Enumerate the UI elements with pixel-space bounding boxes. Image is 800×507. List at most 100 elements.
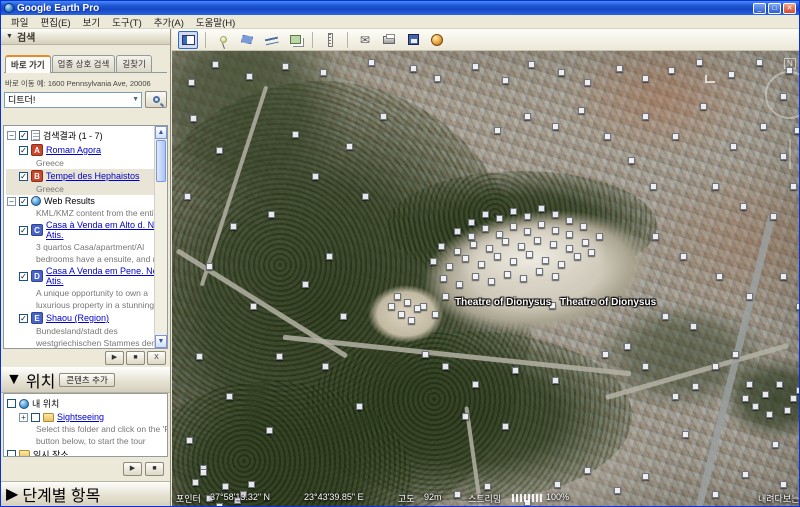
placemark-icon[interactable] (558, 69, 565, 76)
clear-results-button[interactable]: X (147, 351, 166, 365)
places-panel-header[interactable]: ▼ 위치 콘텐츠 추가 (1, 367, 170, 393)
expand-icon[interactable]: + (19, 413, 28, 422)
placemark-icon[interactable] (784, 407, 791, 414)
play-tour-button[interactable]: ▶ (123, 462, 142, 476)
placemark-icon[interactable] (672, 133, 679, 140)
placemark-icon[interactable] (488, 278, 495, 285)
placemark-icon[interactable] (602, 351, 609, 358)
placemark-icon[interactable] (730, 143, 737, 150)
placemark-icon[interactable] (528, 61, 535, 68)
placemark-icon[interactable] (524, 113, 531, 120)
collapse-icon[interactable]: − (7, 197, 16, 206)
placemark-icon[interactable] (552, 211, 559, 218)
placemark-icon[interactable] (494, 127, 501, 134)
placemark-icon[interactable] (552, 377, 559, 384)
placemark-icon[interactable] (192, 479, 199, 486)
placemark-icon[interactable] (716, 273, 723, 280)
placemark-icon[interactable] (524, 228, 531, 235)
scroll-up-icon[interactable]: ▲ (155, 126, 167, 139)
placemark-icon[interactable] (680, 253, 687, 260)
placemark-icon[interactable] (798, 461, 799, 468)
placemark-icon[interactable] (700, 103, 707, 110)
placemark-icon[interactable] (552, 227, 559, 234)
tab-directions[interactable]: 길찾기 (116, 55, 151, 72)
web-results-row[interactable]: − ✓ Web Results (6, 195, 154, 207)
result-link[interactable]: Atis. (46, 276, 154, 286)
menu-item-1[interactable]: 편집(E) (34, 15, 76, 29)
placemark-icon[interactable] (584, 467, 591, 474)
placemark-icon[interactable] (766, 411, 773, 418)
placemark-icon[interactable] (454, 228, 461, 235)
placemark-icon[interactable] (662, 313, 669, 320)
ruler-button[interactable] (320, 31, 340, 49)
placemark-icon[interactable] (456, 281, 463, 288)
placemark-icon[interactable] (510, 208, 517, 215)
placemark-icon[interactable] (482, 225, 489, 232)
sidebar-toggle-button[interactable] (178, 31, 198, 49)
placemark-icon[interactable] (650, 183, 657, 190)
placemark-icon[interactable] (268, 211, 275, 218)
placemark-icon[interactable] (512, 367, 519, 374)
placemark-icon[interactable] (780, 273, 787, 280)
scrollbar-thumb[interactable] (156, 140, 166, 182)
map-viewport[interactable]: N Theatre of DionysusTheatre of Dionysus… (172, 51, 799, 506)
placemark-icon[interactable] (690, 323, 697, 330)
placemark-icon[interactable] (582, 239, 589, 246)
placemark-icon[interactable] (786, 67, 793, 74)
placemark-icon[interactable] (292, 131, 299, 138)
result-row-e[interactable]: ✓ E Shaou (Region) (6, 311, 154, 325)
placemark-icon[interactable] (276, 353, 283, 360)
placemark-icon[interactable] (462, 255, 469, 262)
placemark-icon[interactable] (682, 431, 689, 438)
placemark-icon[interactable] (356, 403, 363, 410)
placemark-icon[interactable] (756, 59, 763, 66)
result-row-a[interactable]: ✓ A Roman Agora (6, 143, 154, 157)
checkbox[interactable]: ✓ (19, 314, 28, 323)
close-button[interactable]: ✕ (783, 3, 796, 14)
placemark-icon[interactable] (206, 263, 213, 270)
checkbox[interactable]: ✓ (19, 172, 28, 181)
stop-tour-button[interactable]: ■ (145, 462, 164, 476)
placemark-icon[interactable] (552, 123, 559, 130)
placemark-icon[interactable] (432, 311, 439, 318)
placemark-icon[interactable] (248, 481, 255, 488)
placemark-icon[interactable] (624, 343, 631, 350)
placemark-icon[interactable] (504, 271, 511, 278)
placemark-icon[interactable] (468, 233, 475, 240)
placemark-icon[interactable] (780, 481, 787, 488)
result-link[interactable]: Tempel des Hephaistos (46, 171, 140, 181)
email-button[interactable]: ✉ (355, 31, 375, 49)
combo-dropdown-icon[interactable]: ▼ (132, 96, 139, 103)
placemark-icon[interactable] (222, 483, 229, 490)
search-results-header-row[interactable]: − ✓ 검색결과 (1 - 7) (6, 128, 154, 143)
placemark-icon[interactable] (616, 65, 623, 72)
placemark-icon[interactable] (790, 395, 797, 402)
menu-item-2[interactable]: 보기 (77, 15, 106, 29)
placemark-icon[interactable] (388, 303, 395, 310)
placemark-icon[interactable] (578, 107, 585, 114)
placemark-icon[interactable] (794, 127, 799, 134)
play-tour-button[interactable]: ▶ (105, 351, 124, 365)
zoom-slider[interactable] (789, 139, 791, 169)
placemark-icon[interactable] (642, 113, 649, 120)
placemark-icon[interactable] (742, 395, 749, 402)
map-label[interactable]: Theatre of Dionysus (560, 297, 656, 308)
print-button[interactable] (379, 31, 399, 49)
save-image-button[interactable] (403, 31, 423, 49)
add-content-button[interactable]: 콘텐츠 추가 (59, 373, 114, 387)
placemark-icon[interactable] (550, 241, 557, 248)
placemark-icon[interactable] (442, 293, 449, 300)
placemark-icon[interactable] (462, 413, 469, 420)
placemark-icon[interactable] (496, 215, 503, 222)
placemark-icon[interactable] (440, 275, 447, 282)
result-link[interactable]: Casa à Venda em Alto d. Nom. (46, 220, 154, 230)
checkbox[interactable]: ✓ (19, 197, 28, 206)
result-row-d[interactable]: ✓ D Casa A Venda em Pene. Nemot. Atis. (6, 265, 154, 287)
placemark-icon[interactable] (796, 387, 799, 394)
placemark-icon[interactable] (524, 213, 531, 220)
placemark-icon[interactable] (742, 471, 749, 478)
search-button[interactable] (145, 91, 167, 108)
placemark-icon[interactable] (478, 261, 485, 268)
placemark-icon[interactable] (566, 231, 573, 238)
placemark-icon[interactable] (696, 59, 703, 66)
